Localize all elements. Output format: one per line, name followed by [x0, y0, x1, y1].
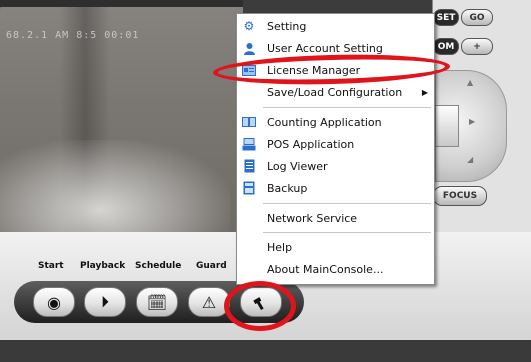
menu-item-label: Counting Application [267, 115, 382, 129]
menu-item-pos-application[interactable]: POS Application [237, 133, 434, 155]
schedule-label: Schedule [135, 261, 182, 271]
go-button[interactable]: GO [461, 9, 493, 26]
start-button[interactable]: ◉ [33, 287, 75, 317]
menu-item-log-viewer[interactable]: Log Viewer [237, 155, 434, 177]
ptz-home-button[interactable] [435, 105, 459, 147]
menu-item-label: Help [267, 240, 293, 254]
window-bottom-edge [0, 340, 531, 362]
record-icon: ◉ [47, 292, 61, 312]
menu-item-label: Save/Load Configuration [267, 85, 403, 99]
counting-icon [242, 115, 256, 129]
menu-item-label: User Account Setting [267, 41, 383, 55]
menu-item-label: Backup [267, 181, 308, 195]
menu-item-save-load-configuration[interactable]: Save/Load Configuration ▶ [237, 81, 434, 103]
plus-button[interactable]: + [461, 38, 493, 55]
arrow-down-icon[interactable]: ◢ [467, 155, 473, 164]
menu-item-help[interactable]: Help [237, 236, 434, 258]
log-document-icon [242, 159, 256, 173]
ptz-control-panel: SET GO OM + ▲ ▶ ◢ FOCUS [432, 0, 531, 232]
playback-button[interactable]: ⏵ [84, 287, 126, 317]
menu-separator [263, 107, 431, 109]
backup-icon [242, 181, 256, 195]
set-button[interactable]: SET [433, 9, 459, 26]
start-label: Start [38, 261, 64, 271]
gear-icon: ⚙ [243, 19, 255, 33]
menu-item-label: Log Viewer [267, 159, 328, 173]
user-icon [242, 41, 256, 55]
playback-label: Playback [80, 261, 126, 271]
focus-button[interactable]: FOCUS [433, 186, 487, 206]
menu-item-label: POS Application [267, 137, 355, 151]
menu-item-network-service[interactable]: Network Service [237, 207, 434, 229]
menu-separator [263, 203, 431, 205]
guard-label: Guard [196, 261, 227, 271]
camera-glare [0, 140, 230, 232]
schedule-icon: 🗓 [146, 292, 168, 312]
menu-item-about-mainconsole[interactable]: About MainConsole... [237, 258, 434, 280]
menu-item-setting[interactable]: ⚙ Setting [237, 15, 434, 37]
menu-item-backup[interactable]: Backup [237, 177, 434, 199]
menu-item-label: Network Service [267, 211, 358, 225]
menu-item-label: Setting [267, 19, 307, 33]
tools-button-highlight [224, 281, 296, 331]
playback-icon: ⏵ [100, 292, 109, 311]
menu-item-counting-application[interactable]: Counting Application [237, 111, 434, 133]
zoom-button[interactable]: OM [433, 38, 459, 55]
menu-separator [263, 232, 431, 234]
tools-context-menu: ⚙ Setting User Account Setting License M… [236, 13, 435, 285]
pos-terminal-icon [242, 137, 256, 151]
schedule-button[interactable]: 🗓 [136, 287, 178, 317]
camera-frame [0, 0, 243, 7]
menu-item-label: About MainConsole... [267, 262, 384, 276]
arrow-right-icon[interactable]: ▶ [469, 117, 475, 126]
arrow-up-icon[interactable]: ▲ [467, 78, 473, 87]
camera-overlay-text: 68.2.1 AM 8:5 00:01 [6, 30, 140, 41]
warning-icon: ⚠ [201, 292, 217, 312]
submenu-arrow-icon: ▶ [421, 87, 428, 97]
